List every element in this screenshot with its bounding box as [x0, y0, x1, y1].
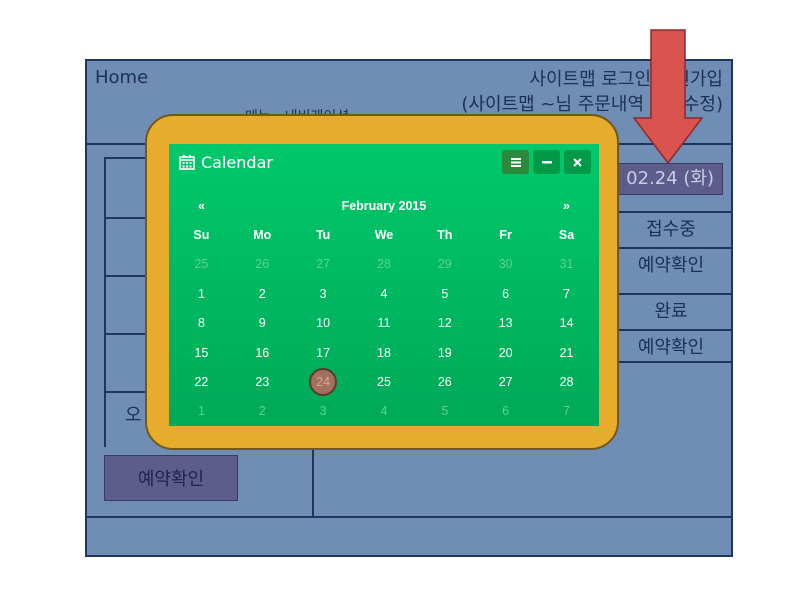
- calendar-day[interactable]: 5: [414, 279, 475, 308]
- calendar-day[interactable]: 7: [536, 279, 597, 308]
- calendar-day[interactable]: 23: [232, 367, 293, 396]
- calendar-day[interactable]: 10: [293, 309, 354, 338]
- calendar-week-row: 25 26 27 28 29 30 31: [171, 250, 597, 279]
- calendar-day-other-month[interactable]: 27: [293, 250, 354, 279]
- minimize-icon[interactable]: [533, 150, 560, 174]
- calendar-day[interactable]: 11: [354, 309, 415, 338]
- calendar-day[interactable]: 8: [171, 309, 232, 338]
- calendar-week-row: 22 23 24 25 26 27 28: [171, 367, 597, 397]
- calendar-day[interactable]: 16: [232, 338, 293, 367]
- calendar-grid: « February 2015 » Su Mo Tu We Th Fr Sa 25 26 27 2…: [171, 191, 597, 426]
- weekday-header: Th: [437, 228, 453, 243]
- calendar-day-other-month[interactable]: 25: [171, 250, 232, 279]
- close-icon[interactable]: [564, 150, 591, 174]
- calendar-widget: Calendar « February 2015 » Su Mo Tu We Th Fr S…: [169, 144, 599, 426]
- weekday-header: Tu: [315, 228, 331, 243]
- calendar-day-selected[interactable]: 24: [293, 367, 354, 397]
- calendar-week-row: 8 9 10 11 12 13 14: [171, 309, 597, 338]
- weekday-header: Su: [193, 228, 210, 243]
- calendar-day[interactable]: 27: [475, 367, 536, 396]
- calendar-day[interactable]: 12: [414, 309, 475, 338]
- window-controls: [502, 150, 591, 174]
- calendar-day[interactable]: 26: [414, 367, 475, 396]
- calendar-week-row: 15 16 17 18 19 20 21: [171, 338, 597, 367]
- calendar-day[interactable]: 13: [475, 309, 536, 338]
- calendar-day-other-month[interactable]: 7: [536, 397, 597, 426]
- calendar-day[interactable]: 9: [232, 309, 293, 338]
- calendar-day-other-month[interactable]: 28: [354, 250, 415, 279]
- calendar-day[interactable]: 3: [293, 279, 354, 308]
- calendar-day[interactable]: 1: [171, 279, 232, 308]
- calendar-day-other-month[interactable]: 26: [232, 250, 293, 279]
- month-label[interactable]: February 2015: [232, 191, 536, 220]
- prev-month-button[interactable]: «: [171, 191, 232, 220]
- calendar-day[interactable]: 25: [354, 367, 415, 396]
- calendar-day[interactable]: 19: [414, 338, 475, 367]
- calendar-title: Calendar: [179, 153, 273, 172]
- calendar-day-other-month[interactable]: 6: [475, 397, 536, 426]
- menu-icon[interactable]: [502, 150, 529, 174]
- calendar-day[interactable]: 18: [354, 338, 415, 367]
- calendar-day[interactable]: 20: [475, 338, 536, 367]
- calendar-day[interactable]: 14: [536, 309, 597, 338]
- weekday-header: We: [374, 228, 394, 243]
- calendar-title-text: Calendar: [201, 153, 273, 172]
- calendar-day-other-month[interactable]: 4: [354, 397, 415, 426]
- calendar-day[interactable]: 21: [536, 338, 597, 367]
- weekday-header: Fr: [499, 228, 512, 243]
- weekday-header: Mo: [253, 228, 272, 243]
- selected-day-marker: 24: [309, 368, 338, 397]
- calendar-day[interactable]: 6: [475, 279, 536, 308]
- calendar-week-row: 1234567: [171, 279, 597, 308]
- calendar-day[interactable]: 15: [171, 338, 232, 367]
- weekday-header: Sa: [558, 228, 575, 243]
- calendar-popup: Calendar « February 2015 » Su Mo Tu We Th Fr S…: [145, 114, 619, 450]
- calendar-day-other-month[interactable]: 5: [414, 397, 475, 426]
- calendar-week-row: 1234567: [171, 397, 597, 426]
- calendar-day[interactable]: 2: [232, 279, 293, 308]
- calendar-day-other-month[interactable]: 31: [536, 250, 597, 279]
- next-month-button[interactable]: »: [536, 191, 597, 220]
- calendar-day[interactable]: 28: [536, 367, 597, 396]
- calendar-day-other-month[interactable]: 1: [171, 397, 232, 426]
- calendar-day-other-month[interactable]: 30: [475, 250, 536, 279]
- calendar-day[interactable]: 4: [354, 279, 415, 308]
- calendar-day[interactable]: 22: [171, 367, 232, 396]
- calendar-day[interactable]: 17: [293, 338, 354, 367]
- calendar-day-other-month[interactable]: 29: [414, 250, 475, 279]
- calendar-icon: [179, 155, 195, 170]
- calendar-day-other-month[interactable]: 3: [293, 397, 354, 426]
- calendar-day-other-month[interactable]: 2: [232, 397, 293, 426]
